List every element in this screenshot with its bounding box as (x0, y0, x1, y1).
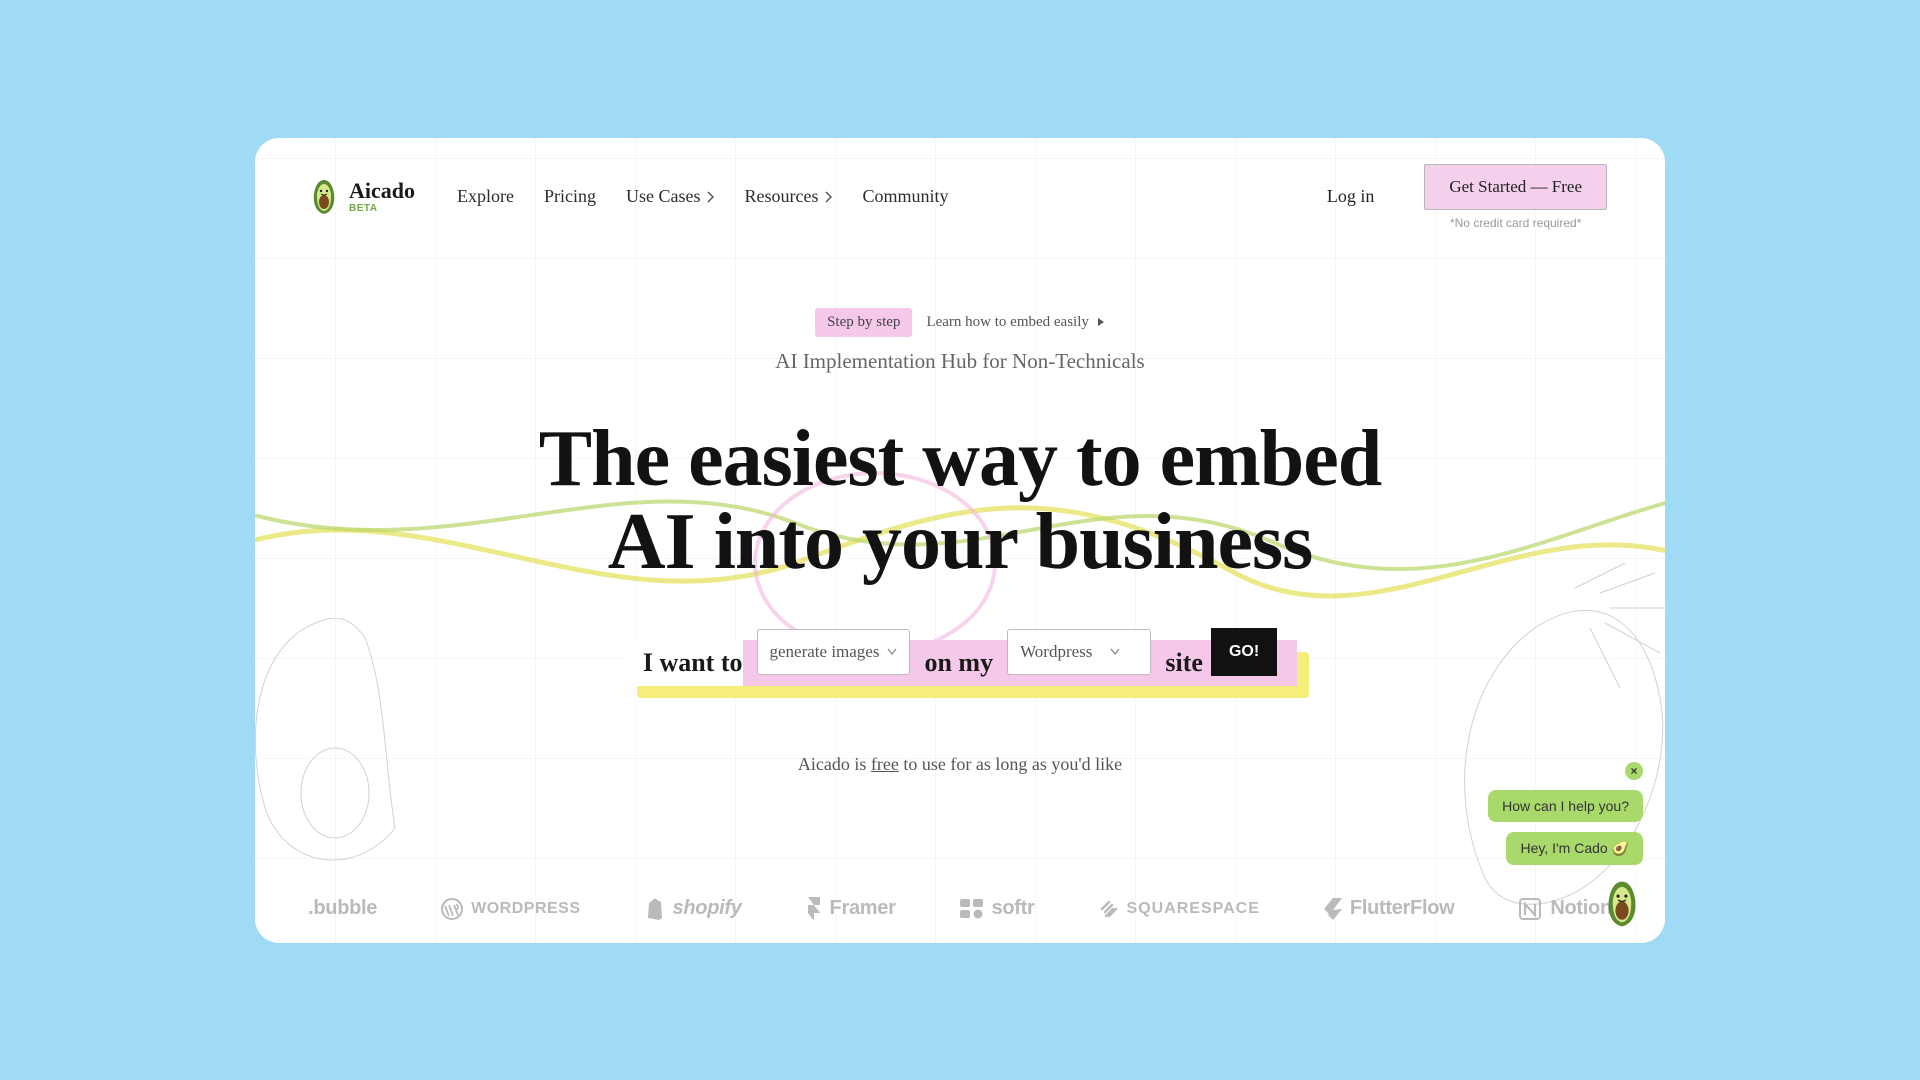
login-link[interactable]: Log in (1327, 186, 1375, 207)
chevron-right-icon (706, 191, 714, 203)
nav-explore[interactable]: Explore (457, 186, 514, 207)
chat-avocado-avatar-icon[interactable] (1601, 879, 1643, 929)
chevron-down-icon (887, 648, 897, 655)
wordpress-icon (441, 898, 463, 920)
sentence-mid: on my (924, 648, 993, 678)
get-started-button[interactable]: Get Started — Free (1424, 164, 1607, 210)
step-by-step-badge[interactable]: Step by step (815, 308, 912, 337)
sentence-form: I want to generate images on my Wordpres… (623, 640, 1297, 686)
tagline: AI Implementation Hub for Non-Technicals (775, 349, 1144, 374)
logo-shopify: shopify (645, 897, 742, 921)
chat-close-button[interactable]: × (1625, 762, 1643, 780)
platform-select[interactable]: Wordpress (1007, 629, 1151, 675)
flutterflow-icon (1324, 898, 1342, 920)
action-select[interactable]: generate images (757, 629, 911, 675)
main-nav: Explore Pricing Use Cases Resources Comm… (457, 186, 948, 207)
free-to-use-line: Aicado is free to use for as long as you… (798, 754, 1122, 775)
app-window: Aicado BETA Explore Pricing Use Cases Re… (255, 138, 1665, 943)
sentence-lead: I want to (623, 640, 743, 686)
logo-squarespace: SQUARESPACE (1099, 897, 1260, 921)
chevron-right-icon (824, 191, 832, 203)
logo-flutterflow: FlutterFlow (1324, 897, 1454, 921)
nav-pricing[interactable]: Pricing (544, 186, 596, 207)
brand-beta-badge: BETA (349, 204, 415, 214)
logo-softr: softr (960, 897, 1035, 921)
nav-resources[interactable]: Resources (744, 186, 832, 207)
go-button[interactable]: GO! (1211, 628, 1277, 676)
avocado-logo-icon (309, 178, 339, 216)
hero: Step by step Learn how to embed easily A… (255, 308, 1665, 775)
headline: The easiest way to embed AI into your bu… (539, 418, 1382, 584)
logo-wordpress: WORDPRESS (441, 897, 580, 921)
nav-use-cases[interactable]: Use Cases (626, 186, 715, 207)
framer-icon (806, 897, 822, 921)
logo-bubble: .bubble (308, 897, 377, 921)
brand-name: Aicado (349, 180, 415, 202)
softr-icon (960, 899, 984, 919)
chat-widget: × How can I help you? Hey, I'm Cado 🥑 (1488, 762, 1643, 929)
chat-bubble-1[interactable]: How can I help you? (1488, 790, 1643, 822)
nav-community[interactable]: Community (862, 186, 948, 207)
logo-framer: Framer (806, 897, 896, 921)
header: Aicado BETA Explore Pricing Use Cases Re… (255, 138, 1665, 230)
learn-embed-link[interactable]: Learn how to embed easily (926, 314, 1104, 331)
cta-note: *No credit card required* (1450, 216, 1581, 230)
chat-bubble-2[interactable]: Hey, I'm Cado 🥑 (1506, 832, 1643, 865)
squarespace-icon (1099, 899, 1119, 919)
shopify-icon (645, 898, 665, 920)
learn-bar: Step by step Learn how to embed easily (815, 308, 1105, 337)
integration-logos: .bubble WORDPRESS shopify Framer softr S… (255, 897, 1665, 921)
play-icon (1097, 317, 1105, 327)
chevron-down-icon (1110, 648, 1120, 655)
sentence-trail: site (1165, 648, 1203, 678)
brand[interactable]: Aicado BETA (309, 178, 415, 216)
